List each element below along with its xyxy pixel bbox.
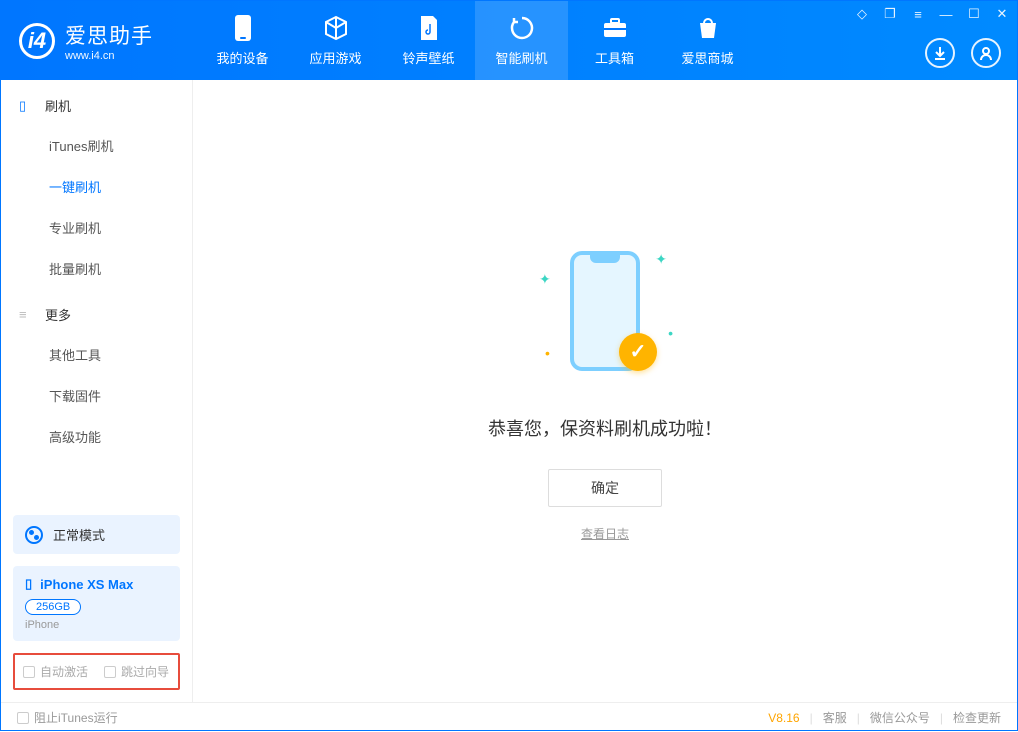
device-icon: ▯	[19, 98, 35, 114]
tab-label: 铃声壁纸	[402, 48, 454, 67]
feedback-icon[interactable]: ❐	[881, 5, 899, 23]
phone-icon	[229, 14, 257, 42]
sidebar-item-download-firmware[interactable]: 下载固件	[1, 375, 192, 416]
check-update-link[interactable]: 检查更新	[953, 709, 1001, 726]
checkmark-badge-icon: ✓	[619, 333, 657, 371]
status-bar: 阻止iTunes运行 V8.16 | 客服 | 微信公众号 | 检查更新	[1, 702, 1017, 732]
success-illustration: ✦ ✦ • • ✓	[535, 241, 675, 391]
sidebar-item-pro-flash[interactable]: 专业刷机	[1, 207, 192, 248]
sidebar-item-itunes-flash[interactable]: iTunes刷机	[1, 125, 192, 166]
success-message: 恭喜您，保资料刷机成功啦！	[488, 415, 722, 441]
refresh-shield-icon	[508, 14, 536, 42]
tab-smart-flash[interactable]: 智能刷机	[475, 1, 568, 80]
minimize-button[interactable]: —	[937, 5, 955, 23]
footer-right: V8.16 | 客服 | 微信公众号 | 检查更新	[768, 709, 1001, 726]
device-storage-badge: 256GB	[25, 599, 81, 615]
sidebar-item-batch-flash[interactable]: 批量刷机	[1, 248, 192, 289]
tab-apps-games[interactable]: 应用游戏	[289, 1, 382, 80]
device-type: iPhone	[25, 619, 168, 631]
sidebar-group-flash: ▯ 刷机	[1, 80, 192, 125]
checkbox-icon	[23, 666, 35, 678]
sidebar: ▯ 刷机 iTunes刷机 一键刷机 专业刷机 批量刷机 ≡ 更多 其他工具 下…	[1, 80, 193, 702]
user-icon[interactable]	[971, 38, 1001, 68]
sidebar-group-more: ≡ 更多	[1, 289, 192, 334]
group-label: 更多	[45, 305, 71, 324]
app-header: i4 爱思助手 www.i4.cn 我的设备 应用游戏 铃声壁纸 智能刷机 工具…	[1, 1, 1017, 80]
close-button[interactable]: ✕	[993, 5, 1011, 23]
app-body: ▯ 刷机 iTunes刷机 一键刷机 专业刷机 批量刷机 ≡ 更多 其他工具 下…	[1, 80, 1017, 702]
checkbox-auto-activate[interactable]: 自动激活	[23, 663, 88, 680]
checkbox-icon	[104, 666, 116, 678]
checkbox-icon	[17, 712, 29, 724]
tab-label: 我的设备	[216, 48, 268, 67]
checkbox-label: 阻止iTunes运行	[34, 709, 118, 726]
checkbox-block-itunes[interactable]: 阻止iTunes运行	[17, 709, 118, 726]
mode-box[interactable]: 正常模式	[13, 515, 180, 554]
app-title: 爱思助手	[65, 20, 153, 50]
version-label: V8.16	[768, 711, 799, 725]
group-label: 刷机	[45, 96, 71, 115]
music-file-icon	[415, 14, 443, 42]
maximize-button[interactable]: ☐	[965, 5, 983, 23]
logo-area: i4 爱思助手 www.i4.cn	[1, 20, 196, 62]
tab-label: 爱思商城	[681, 48, 733, 67]
header-actions	[925, 38, 1001, 68]
logo-text: 爱思助手 www.i4.cn	[65, 20, 153, 62]
main-content: ✦ ✦ • • ✓ 恭喜您，保资料刷机成功啦！ 确定 查看日志	[193, 80, 1017, 702]
tab-toolbox[interactable]: 工具箱	[568, 1, 661, 80]
mode-label: 正常模式	[53, 525, 105, 544]
device-box[interactable]: ▯ iPhone XS Max 256GB iPhone	[13, 566, 180, 641]
download-icon[interactable]	[925, 38, 955, 68]
tab-label: 应用游戏	[309, 48, 361, 67]
toolbox-icon	[601, 14, 629, 42]
wechat-link[interactable]: 微信公众号	[870, 709, 930, 726]
flash-options-highlight: 自动激活 跳过向导	[13, 653, 180, 690]
confirm-button[interactable]: 确定	[548, 469, 662, 507]
footer-left: 阻止iTunes运行	[17, 709, 118, 726]
main-tabs: 我的设备 应用游戏 铃声壁纸 智能刷机 工具箱 爱思商城	[196, 1, 754, 80]
app-subtitle: www.i4.cn	[65, 50, 153, 62]
sidebar-item-oneclick-flash[interactable]: 一键刷机	[1, 166, 192, 207]
logo-icon: i4	[19, 23, 55, 59]
menu-icon[interactable]: ≡	[909, 5, 927, 23]
device-name-row: ▯ iPhone XS Max	[25, 576, 168, 592]
sparkle-icon: ✦	[655, 251, 667, 268]
mode-icon	[25, 526, 43, 544]
tab-my-device[interactable]: 我的设备	[196, 1, 289, 80]
device-name: iPhone XS Max	[40, 577, 133, 592]
checkbox-skip-guide[interactable]: 跳过向导	[104, 663, 169, 680]
cube-icon	[322, 14, 350, 42]
shopping-bag-icon	[694, 14, 722, 42]
checkbox-label: 跳过向导	[121, 663, 169, 680]
list-icon: ≡	[19, 307, 35, 322]
sparkle-icon: •	[668, 325, 673, 341]
checkbox-label: 自动激活	[40, 663, 88, 680]
tab-ringtones-wallpapers[interactable]: 铃声壁纸	[382, 1, 475, 80]
sparkle-icon: ✦	[539, 271, 551, 288]
sparkle-icon: •	[545, 345, 550, 361]
tab-label: 智能刷机	[495, 48, 547, 67]
sidebar-item-advanced[interactable]: 高级功能	[1, 416, 192, 457]
shirt-icon[interactable]: ◇	[853, 5, 871, 23]
view-log-link[interactable]: 查看日志	[581, 525, 629, 542]
sidebar-item-other-tools[interactable]: 其他工具	[1, 334, 192, 375]
window-controls: ◇ ❐ ≡ — ☐ ✕	[853, 5, 1011, 23]
phone-outline-icon: ▯	[25, 576, 32, 592]
support-link[interactable]: 客服	[823, 709, 847, 726]
tab-store[interactable]: 爱思商城	[661, 1, 754, 80]
tab-label: 工具箱	[595, 48, 634, 67]
